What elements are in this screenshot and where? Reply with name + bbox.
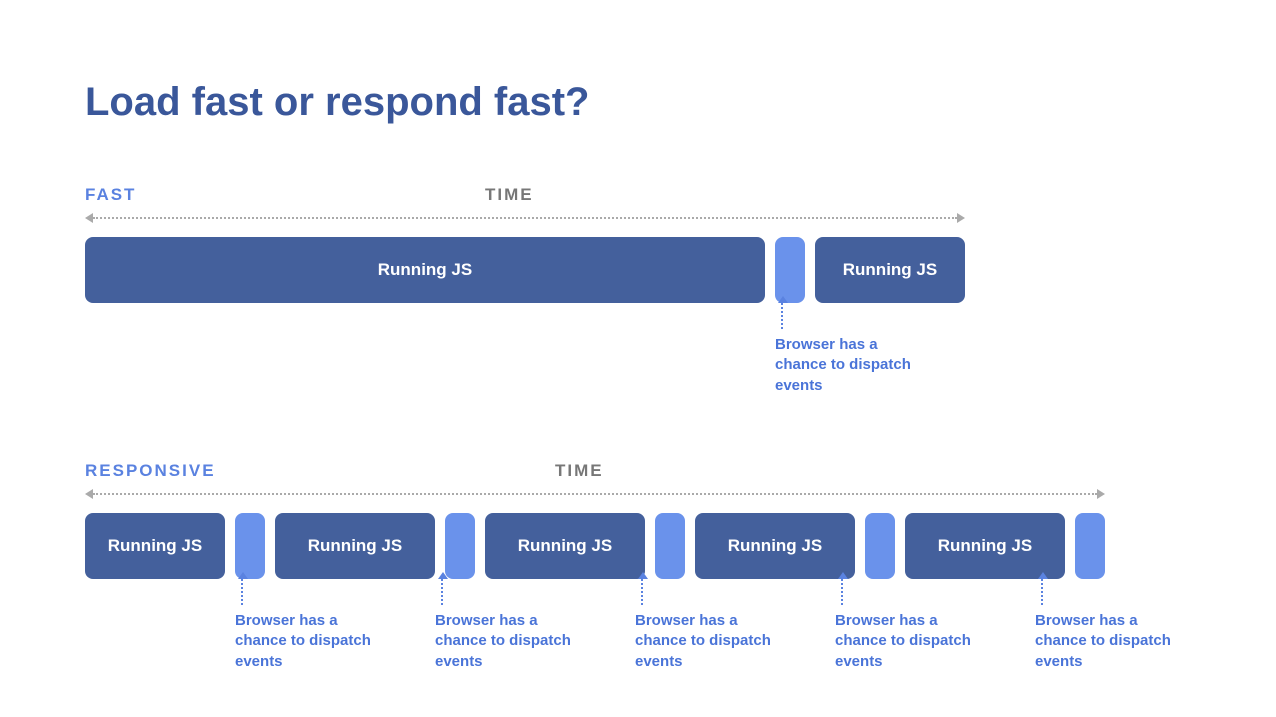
dispatch-annotation: Browser has a chance to dispatch events (235, 579, 390, 672)
arrow-up-icon (781, 303, 783, 329)
dispatch-annotation-text: Browser has a chance to dispatch events (775, 335, 930, 396)
arrow-left-icon (85, 213, 93, 223)
running-js-block: Running JS (815, 237, 965, 303)
timeline-axis (85, 217, 965, 219)
arrow-right-icon (1097, 489, 1105, 499)
dispatch-annotation: Browser has a chance to dispatch events (635, 579, 790, 672)
dispatch-annotation-text: Browser has a chance to dispatch events (435, 611, 590, 672)
running-js-block: Running JS (275, 513, 435, 579)
arrow-left-icon (85, 489, 93, 499)
idle-block (775, 237, 805, 303)
arrow-up-icon (441, 579, 443, 605)
fast-track: Running JS Running JS (85, 237, 1191, 303)
arrow-right-icon (957, 213, 965, 223)
running-js-block: Running JS (905, 513, 1065, 579)
responsive-section: RESPONSIVE TIME Running JSRunning JSRunn… (85, 461, 1191, 689)
dispatch-annotation-text: Browser has a chance to dispatch events (1035, 611, 1190, 672)
dispatch-annotation: Browser has a chance to dispatch events (435, 579, 590, 672)
idle-block (1075, 513, 1105, 579)
time-label: TIME (485, 185, 534, 205)
responsive-track: Running JS Running JS Running JS Running JS… (85, 513, 1191, 579)
idle-block (445, 513, 475, 579)
timeline-axis (85, 493, 1105, 495)
dispatch-annotation-text: Browser has a chance to dispatch events (835, 611, 990, 672)
arrow-up-icon (241, 579, 243, 605)
fast-label: FAST (85, 185, 136, 205)
time-label: TIME (555, 461, 604, 481)
running-js-block: Running JS (485, 513, 645, 579)
page-title: Load fast or respond fast? (85, 80, 1191, 125)
dispatch-annotation-text: Browser has a chance to dispatch events (235, 611, 390, 672)
arrow-up-icon (1041, 579, 1043, 605)
dispatch-annotation: Browser has a chance to dispatch events (1035, 579, 1190, 672)
fast-section: FAST TIME Running JS Running JS Browser h… (85, 185, 1191, 413)
dispatch-annotation-text: Browser has a chance to dispatch events (635, 611, 790, 672)
idle-block (865, 513, 895, 579)
running-js-block: Running JS (85, 513, 225, 579)
running-js-block: Running JS (85, 237, 765, 303)
arrow-up-icon (641, 579, 643, 605)
idle-block (655, 513, 685, 579)
arrow-up-icon (841, 579, 843, 605)
responsive-label: RESPONSIVE (85, 461, 216, 481)
responsive-annotations: Browser has a chance to dispatch events B… (85, 579, 1191, 689)
dispatch-annotation: Browser has a chance to dispatch events (835, 579, 990, 672)
running-js-block: Running JS (695, 513, 855, 579)
dispatch-annotation: Browser has a chance to dispatch events (775, 303, 930, 396)
idle-block (235, 513, 265, 579)
fast-annotations: Browser has a chance to dispatch events (85, 303, 1191, 413)
